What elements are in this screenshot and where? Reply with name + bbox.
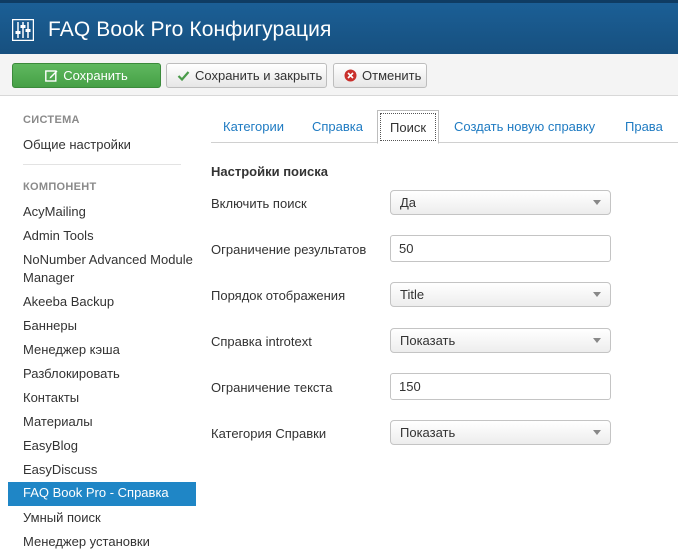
select-value: Показать: [400, 333, 456, 348]
sidebar-item-acymailing[interactable]: AcyMailing: [23, 203, 193, 221]
select-value: Показать: [400, 425, 456, 440]
save-and-close-button[interactable]: Сохранить и закрыть: [166, 63, 327, 88]
field-label-help-category: Категория Справки: [211, 426, 327, 441]
cancel-circle-icon: [344, 69, 357, 82]
sidebar-item-smart-search[interactable]: Умный поиск: [23, 509, 193, 527]
sidebar-item-easydiscuss[interactable]: EasyDiscuss: [23, 461, 193, 479]
cancel-label: Отменить: [362, 68, 422, 83]
sidebar-item-cache-manager[interactable]: Менеджер кэша: [23, 341, 193, 359]
tab-categories[interactable]: Категории: [211, 110, 296, 143]
help-introtext-select[interactable]: Показать: [390, 328, 611, 353]
sidebar-item-unlock[interactable]: Разблокировать: [23, 365, 193, 383]
select-value: Да: [400, 195, 417, 210]
sidebar-item-banners[interactable]: Баннеры: [23, 317, 193, 335]
chevron-down-icon: [593, 430, 601, 435]
sidebar-divider: [23, 164, 181, 165]
field-label-help-introtext: Справка introtext: [211, 334, 312, 349]
sidebar-item-faq-book-pro[interactable]: FAQ Book Pro - Справка: [8, 482, 196, 506]
text-limit-input[interactable]: [390, 373, 611, 400]
field-label-results-limit: Ограничение результатов: [211, 242, 367, 257]
field-label-text-limit: Ограничение текста: [211, 380, 333, 395]
tab-search[interactable]: Поиск: [377, 110, 440, 144]
tab-create-new-help[interactable]: Создать новую справку: [442, 110, 607, 143]
app-header: FAQ Book Pro Конфигурация: [0, 0, 678, 54]
toolbar: Сохранить Сохранить и закрыть Отменить: [0, 54, 678, 96]
select-value: Title: [400, 287, 425, 302]
sidebar-item-easyblog[interactable]: EasyBlog: [23, 437, 193, 455]
sidebar: СИСТЕМА Общие настройки КОМПОНЕНТ AcyMai…: [0, 96, 200, 557]
help-category-select[interactable]: Показать: [390, 420, 611, 445]
sidebar-item-installer[interactable]: Менеджер установки: [23, 533, 193, 551]
page-title: FAQ Book Pro Конфигурация: [48, 18, 332, 41]
sidebar-item-general-settings[interactable]: Общие настройки: [23, 136, 193, 154]
cancel-button[interactable]: Отменить: [333, 63, 427, 88]
sidebar-item-label: FAQ Book Pro - Справка: [23, 485, 169, 500]
section-title: Настройки поиска: [211, 164, 328, 179]
sidebar-heading-system: СИСТЕМА: [23, 114, 80, 126]
sidebar-item-advanced-module-manager[interactable]: NoNumber Advanced Module Manager: [23, 251, 193, 287]
save-label: Сохранить: [63, 68, 128, 83]
check-icon: [177, 71, 190, 82]
sidebar-item-admin-tools[interactable]: Admin Tools: [23, 227, 193, 245]
sidebar-heading-component: КОМПОНЕНТ: [23, 181, 97, 193]
sidebar-item-akeeba-backup[interactable]: Akeeba Backup: [23, 293, 193, 311]
edit-icon: [45, 70, 58, 82]
sidebar-item-articles[interactable]: Материалы: [23, 413, 193, 431]
display-order-select[interactable]: Title: [390, 282, 611, 307]
save-and-close-label: Сохранить и закрыть: [195, 68, 323, 83]
chevron-down-icon: [593, 292, 601, 297]
tab-help[interactable]: Справка: [300, 110, 375, 143]
enable-search-select[interactable]: Да: [390, 190, 611, 215]
results-limit-input[interactable]: [390, 235, 611, 262]
chevron-down-icon: [593, 200, 601, 205]
sidebar-item-contacts[interactable]: Контакты: [23, 389, 193, 407]
sliders-icon: [12, 19, 34, 41]
field-label-enable-search: Включить поиск: [211, 196, 307, 211]
save-button[interactable]: Сохранить: [12, 63, 161, 88]
field-label-display-order: Порядок отображения: [211, 288, 346, 303]
tab-permissions[interactable]: Права: [613, 110, 675, 143]
chevron-down-icon: [593, 338, 601, 343]
tab-bar: Категории Справка Поиск Создать новую сп…: [211, 110, 678, 144]
